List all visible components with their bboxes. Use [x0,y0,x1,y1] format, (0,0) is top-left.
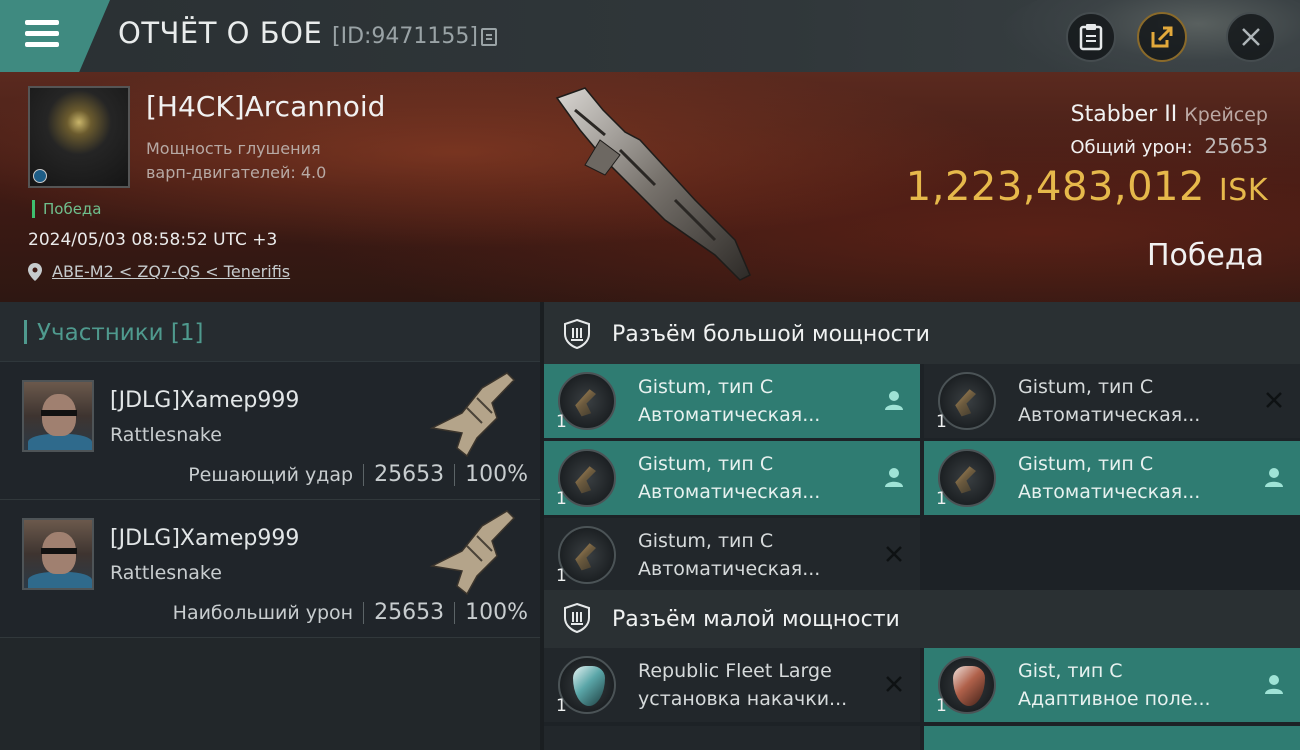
share-button[interactable] [1137,12,1187,62]
participant-name: [JDLG]Xamep999 [110,526,300,551]
close-button[interactable] [1226,12,1276,62]
person-icon[interactable] [1262,672,1286,696]
close-icon [1242,28,1260,46]
participant-stats: Решающий удар 25653 100% [188,462,528,487]
isk-value: 1,223,483,012 ISK [905,164,1268,210]
participant-damage: 25653 [374,462,445,487]
high-slot-icon [564,318,590,350]
corporation-icon [33,169,47,183]
share-icon [1151,26,1173,48]
participant-avatar[interactable] [22,518,94,590]
module-slot[interactable] [544,726,920,750]
participant-damage: 25653 [374,600,445,625]
participant-stats: Наибольший урон 25653 100% [173,600,528,625]
module-slot[interactable]: 1 Gistum, тип C Автоматическая... [544,441,920,515]
close-icon[interactable] [1262,388,1286,412]
person-icon[interactable] [1262,465,1286,489]
menu-button[interactable] [0,0,110,72]
low-slot-header: Разъём малой мощности [544,590,1300,648]
module-slot[interactable]: 1 Gistum, тип C Автоматическая... [544,518,920,592]
participant-row[interactable]: [JDLG]Xamep999 Rattlesnake Наибольший ур… [0,500,540,638]
module-slot[interactable]: 1 Gistum, тип C Автоматическая... [924,364,1300,438]
participant-percent: 100% [465,462,528,487]
high-slot-header: Разъём большой мощности [544,302,1300,364]
close-icon[interactable] [882,542,906,566]
victim-stat: Мощность глушения варп-двигателей: 4.0 [146,139,327,182]
participant-ship-image [429,510,516,596]
person-icon[interactable] [882,388,906,412]
battle-result: Победа [1147,238,1264,273]
kill-location[interactable]: ABE-M2 < ZQ7-QS < Tenerifis [28,262,290,281]
person-icon[interactable] [882,465,906,489]
participant-percent: 100% [465,600,528,625]
module-slot[interactable] [924,726,1300,750]
module-slot[interactable]: 1 Gistum, тип C Автоматическая... [924,441,1300,515]
participant-role: Наибольший урон [172,601,354,624]
participant-ship: Rattlesnake [110,424,222,446]
victim-avatar[interactable] [28,86,130,188]
report-list-button[interactable] [1066,12,1116,62]
participant-avatar[interactable] [22,380,94,452]
participant-name: [JDLG]Xamep999 [110,388,300,413]
participant-ship-image [429,372,516,458]
low-slot-icon [564,602,590,634]
module-slot[interactable]: 1 Gist, тип C Адаптивное поле... [924,648,1300,722]
clipboard-icon [1079,24,1103,51]
copy-icon[interactable] [481,28,497,46]
ship-class: Крейсер [1184,104,1268,126]
participant-role: Решающий удар [188,463,354,486]
page-title: ОТЧЁТ О БОЕ [118,16,323,50]
participant-row[interactable]: [JDLG]Xamep999 Rattlesnake Решающий удар… [0,362,540,500]
participants-header[interactable]: Участники [1] [0,302,540,362]
module-slot[interactable]: 1 Republic Fleet Large установка накачки… [544,648,920,722]
kill-datetime: 2024/05/03 08:58:52 UTC +3 [28,230,278,250]
victory-tag: Победа [32,200,102,218]
report-id: [ID:9471155] [332,24,478,49]
location-pin-icon [28,262,42,281]
location-link[interactable]: ABE-M2 < ZQ7-QS < Tenerifis [52,262,290,281]
participants-panel: Участники [1] [JDLG]Xamep999 Rattlesnake… [0,302,540,750]
fitting-panel: Разъём большой мощности 1 Gistum, тип C … [544,302,1300,750]
victim-ship-name[interactable]: Stabber II Крейсер [1071,102,1268,127]
victim-ship-image [555,87,751,281]
participant-ship: Rattlesnake [110,562,222,584]
module-slot[interactable]: 1 Gistum, тип C Автоматическая... [544,364,920,438]
close-icon[interactable] [882,672,906,696]
total-damage: Общий урон: 25653 [1070,134,1268,158]
top-bar: ОТЧЁТ О БОЕ [ID:9471155] [0,0,1300,90]
victim-name[interactable]: [H4CK]Arcannoid [146,90,385,123]
